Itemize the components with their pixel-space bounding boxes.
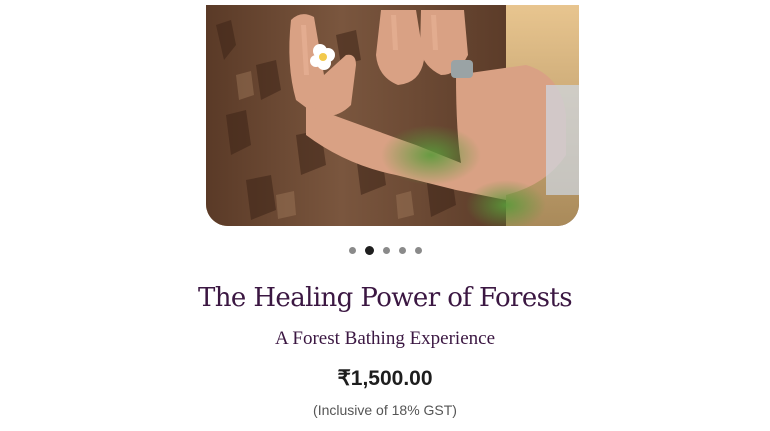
product-price: ₹1,500.00 — [337, 367, 433, 390]
tax-note: (Inclusive of 18% GST) — [313, 402, 457, 418]
carousel-dot-4[interactable] — [398, 247, 406, 254]
carousel-pagination — [0, 246, 770, 255]
carousel-dot-5[interactable] — [414, 247, 422, 254]
product-title: The Healing Power of Forests — [198, 283, 573, 313]
product-subtitle: A Forest Bathing Experience — [274, 328, 496, 349]
carousel-dot-2[interactable] — [364, 246, 374, 255]
hero-photo — [206, 5, 579, 226]
carousel-dot-1[interactable] — [348, 247, 356, 254]
product-hero-image[interactable] — [206, 5, 579, 226]
carousel-dot-3[interactable] — [382, 247, 390, 254]
